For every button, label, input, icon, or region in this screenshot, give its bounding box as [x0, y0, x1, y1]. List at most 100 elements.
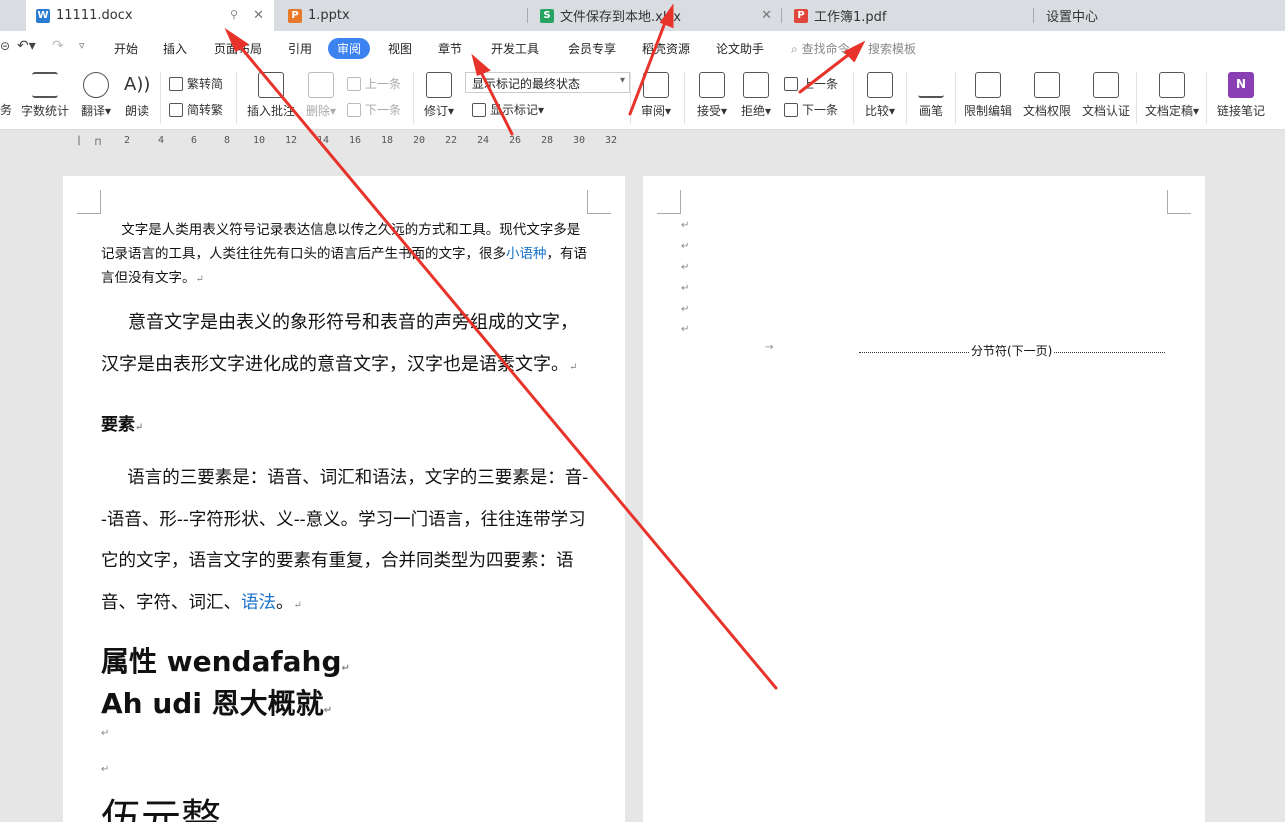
- menu-member[interactable]: 会员专享: [568, 40, 616, 57]
- paragraph-mark-icon: ↵: [569, 362, 578, 373]
- menu-view[interactable]: 视图: [388, 40, 412, 57]
- doc-permission-button[interactable]: 文档权限: [1021, 66, 1073, 119]
- translate-label: 翻译▾: [80, 104, 112, 118]
- trad-to-simp-button[interactable]: 繁转简: [169, 75, 223, 92]
- prev-change-button[interactable]: 上一条: [784, 75, 838, 92]
- menu-insert[interactable]: 插入: [163, 40, 187, 57]
- menu-developer[interactable]: 开发工具: [491, 40, 539, 57]
- menu-section[interactable]: 章节: [438, 40, 462, 57]
- ribbon-cut-label[interactable]: 务: [0, 101, 12, 118]
- link-text[interactable]: 小语种: [506, 246, 547, 262]
- document-page-1[interactable]: 文字是人类用表义符号记录表达信息以传之久远的方式和工具。现代文字多是记录语言的工…: [63, 176, 625, 822]
- close-icon[interactable]: ✕: [761, 8, 772, 23]
- paragraph-mark-icon: ↵: [681, 283, 690, 294]
- paragraph-mark-icon: ↵: [681, 220, 690, 231]
- menu-docer[interactable]: 稻壳资源: [642, 40, 690, 57]
- document-page-2[interactable]: ↵ ↵ ↵ ↵ ↵ ↵ → 分节符(下一页): [643, 176, 1205, 822]
- translate-button[interactable]: 翻译▾: [78, 66, 114, 119]
- ruler-tick: 28: [541, 135, 554, 146]
- compare-button[interactable]: 比较▾: [862, 66, 898, 119]
- tab-label: 文件保存到本地.xlsx: [560, 10, 681, 25]
- prev-change-label: 上一条: [802, 77, 839, 91]
- show-markup-button[interactable]: 显示标记 ▾: [472, 101, 544, 118]
- prev-change-icon: [784, 76, 798, 91]
- search-command-label: 查找命令: [801, 42, 850, 56]
- delete-comment-button[interactable]: 删除▾: [302, 66, 340, 119]
- next-comment-button[interactable]: 下一条: [347, 101, 401, 118]
- revise-button[interactable]: 修订▾: [421, 66, 457, 119]
- trad-simp-icon: [169, 76, 183, 91]
- insert-comment-button[interactable]: 插入批注: [243, 66, 299, 119]
- ribbon-divider: [955, 72, 956, 124]
- heading-ahudi[interactable]: Ah udi 恩大概就↵: [101, 682, 332, 722]
- simp-to-trad-button[interactable]: 简转繁: [169, 101, 223, 118]
- ruler-tick: 14: [317, 135, 330, 146]
- next-change-button[interactable]: 下一条: [784, 101, 838, 118]
- section-heading[interactable]: 要素↵: [101, 410, 591, 435]
- ribbon-divider: [413, 72, 414, 124]
- prev-icon: [347, 76, 361, 91]
- horizontal-ruler[interactable]: | ⊓ 2 4 6 8 10 12 14 16 18 20 22 24 26 2…: [0, 131, 640, 151]
- word-count-button[interactable]: 字数统计: [20, 66, 70, 119]
- search-template[interactable]: 搜索模板: [868, 40, 916, 57]
- link-notes-button[interactable]: N 链接笔记: [1214, 66, 1268, 119]
- search-command[interactable]: ⌕ 查找命令: [791, 40, 850, 57]
- large-text[interactable]: 伍元整: [101, 786, 221, 822]
- menu-home[interactable]: 开始: [114, 40, 138, 57]
- margin-corner: [77, 190, 101, 214]
- pen-button[interactable]: 画笔: [913, 66, 949, 119]
- doc-finalize-button[interactable]: 文档定稿▾: [1143, 66, 1201, 119]
- tab-xlsx[interactable]: S 文件保存到本地.xlsx ✕: [528, 0, 782, 31]
- simp-trad-icon: [169, 102, 183, 117]
- tab-settings[interactable]: 设置中心: [1046, 0, 1166, 31]
- tab-divider: [1033, 8, 1034, 23]
- paragraph-2[interactable]: 意音文字是由表义的象形符号和表音的声旁组成的文字，汉字是由表形文字进化成的意音文…: [101, 302, 591, 389]
- menu-thesis[interactable]: 论文助手: [716, 40, 764, 57]
- redo-icon[interactable]: ↷: [52, 38, 64, 54]
- tab-pdf[interactable]: P 工作簿1.pdf: [782, 0, 1034, 31]
- simp-trad-label: 简转繁: [187, 103, 224, 117]
- paragraph-1[interactable]: 文字是人类用表义符号记录表达信息以传之久远的方式和工具。现代文字多是记录语言的工…: [101, 218, 591, 292]
- close-icon[interactable]: ✕: [253, 8, 264, 23]
- pin-icon[interactable]: ⚲: [230, 8, 238, 21]
- reject-icon: [743, 72, 769, 98]
- heading-attribute[interactable]: 属性 wendafahg↵: [101, 640, 350, 680]
- app-menu-icon[interactable]: ⊝: [0, 39, 10, 53]
- reject-button[interactable]: 拒绝▾: [738, 66, 774, 119]
- pdf-icon: P: [794, 8, 808, 23]
- reject-label: 拒绝▾: [740, 104, 772, 118]
- paragraph-mark-icon: ↵: [681, 262, 690, 273]
- word-count-icon: [32, 72, 58, 98]
- quick-access-dropdown-icon[interactable]: ▿: [79, 39, 85, 52]
- prev-comment-button[interactable]: 上一条: [347, 75, 401, 92]
- undo-icon[interactable]: ↶▾: [17, 38, 36, 54]
- paragraph-mark-icon: ↵: [341, 663, 350, 674]
- read-aloud-button[interactable]: A)) 朗读: [122, 66, 152, 119]
- word-count-label: 字数统计: [20, 104, 69, 118]
- ribbon-divider: [1136, 72, 1137, 124]
- paragraph-3[interactable]: 语言的三要素是：语音、词汇和语法，文字的三要素是：音--语音、形--字符形状、义…: [101, 458, 591, 626]
- ribbon-divider: [1206, 72, 1207, 124]
- paragraph-mark-icon: ↵: [681, 324, 690, 335]
- link-text[interactable]: 语法: [241, 593, 276, 613]
- tab-docx[interactable]: W 11111.docx ⚲ ✕: [26, 0, 274, 31]
- speaker-icon: A)): [124, 74, 151, 95]
- chevron-down-icon: ▾: [619, 75, 625, 86]
- accept-button[interactable]: 接受▾: [694, 66, 730, 119]
- delete-label: 删除▾: [305, 104, 337, 118]
- menu-review[interactable]: 审阅: [328, 38, 371, 59]
- menu-references[interactable]: 引用: [288, 40, 312, 57]
- link-notes-label: 链接笔记: [1216, 104, 1265, 118]
- ruler-tick: 24: [477, 135, 490, 146]
- menu-layout[interactable]: 页面布局: [214, 40, 262, 57]
- restrict-edit-button[interactable]: 限制编辑: [962, 66, 1014, 119]
- doc-auth-label: 文档认证: [1081, 104, 1130, 118]
- tab-pptx[interactable]: P 1.pptx: [274, 0, 528, 31]
- indent-marker-icon[interactable]: ⊓: [95, 137, 101, 148]
- ribbon-divider: [236, 72, 237, 124]
- next-change-icon: [784, 102, 798, 117]
- review-pane-button[interactable]: 审阅▾: [638, 66, 674, 119]
- next-icon: [347, 102, 361, 117]
- markup-state-select[interactable]: 显示标记的最终状态 ▾: [465, 72, 630, 93]
- doc-auth-button[interactable]: 文档认证: [1080, 66, 1132, 119]
